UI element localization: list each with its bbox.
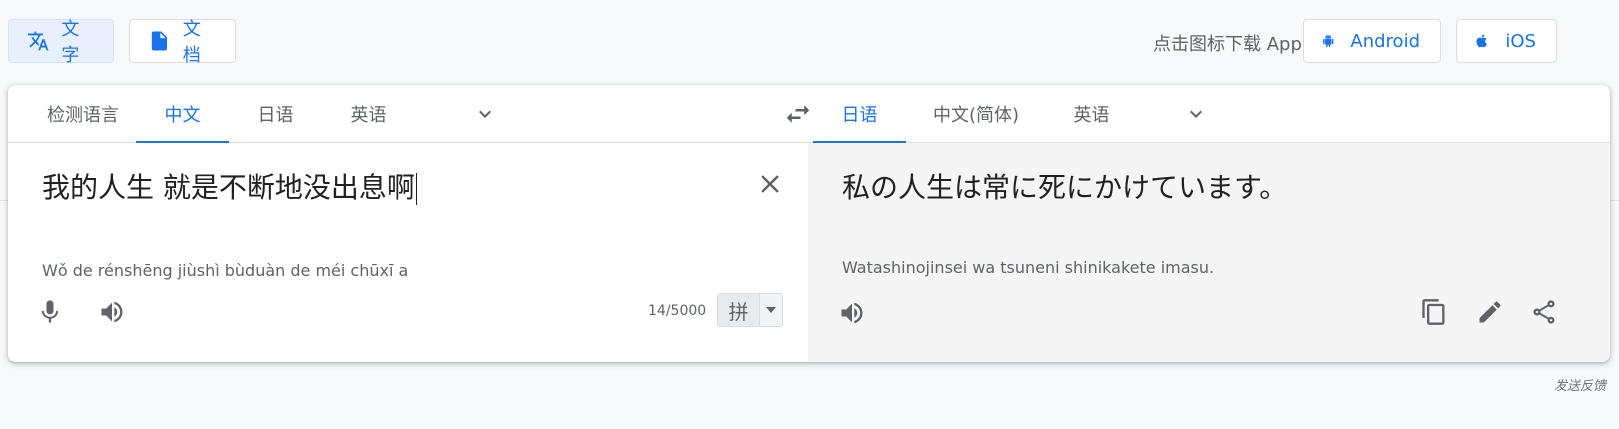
android-icon [1323,34,1334,48]
language-bar: 检测语言 中文 日语 英语 日语 中文(简体) 英语 [8,85,1610,144]
tab-label: 中文 [164,105,201,126]
swap-icon [786,105,810,123]
source-pane: 我的人生 就是不断地没出息啊 Wǒ de rénshēng jiùshì bùd… [8,143,808,362]
translated-text: 私の人生は常に死にかけています。 [842,171,1288,204]
text-mode-button[interactable]: 文字 [8,19,114,66]
tab-source-chinese[interactable]: 中文 [136,85,229,144]
tab-target-japanese[interactable]: 日语 [813,85,906,144]
tab-source-detect[interactable]: 检测语言 [27,85,139,143]
copy-translation-button[interactable] [1420,298,1450,328]
ios-app-button[interactable]: iOS [1456,19,1557,63]
app-download-text: 点击图标下载 App [1153,34,1302,55]
tab-label: 日语 [841,105,878,126]
ime-dropdown[interactable] [760,294,782,326]
character-count: 14/5000 [648,303,707,319]
text-caret [415,173,417,205]
microphone-icon [41,300,59,323]
target-listen-button[interactable] [838,299,868,329]
tab-label: 英语 [1073,105,1110,126]
clear-source-button[interactable] [755,169,785,199]
speaker-icon [101,301,123,323]
speaker-icon [841,302,863,324]
translate-icon [27,31,49,51]
swap-languages-button[interactable] [783,99,813,129]
copy-icon [1422,299,1445,325]
source-listen-button[interactable] [98,298,128,328]
close-icon [761,175,779,193]
source-text-input[interactable]: 我的人生 就是不断地没出息啊 [42,169,417,207]
pinyin-ime-key[interactable]: 拼 [718,294,760,326]
target-romanization: Watashinojinsei wa tsuneni shinikakete i… [842,258,1215,277]
source-language-dropdown[interactable] [473,102,497,126]
source-romanization: Wǒ de rénshēng jiùshì bùduàn de méi chūx… [42,261,409,280]
tab-target-chinese-simplified[interactable]: 中文(简体) [920,85,1032,143]
caret-down-icon [766,307,776,313]
tab-label: 日语 [257,105,294,126]
target-pane: 私の人生は常に死にかけています。 Watashinojinsei wa tsun… [808,143,1610,362]
apple-icon [1476,34,1487,48]
edit-translation-button[interactable] [1476,298,1506,328]
tab-label: 检测语言 [47,105,119,126]
microphone-button[interactable] [36,298,66,328]
pencil-icon [1479,301,1501,323]
tab-target-english[interactable]: 英语 [1045,85,1138,143]
document-mode-button[interactable]: 文档 [129,19,236,66]
source-text: 我的人生 就是不断地没出息啊 [42,171,415,204]
chevron-down-icon [1190,110,1202,118]
send-feedback-link[interactable]: 发送反馈 [1554,375,1606,394]
tab-source-english[interactable]: 英语 [322,85,415,143]
ios-label: iOS [1505,30,1536,52]
input-method-selector[interactable]: 拼 [717,293,783,327]
share-translation-button[interactable] [1530,298,1560,328]
android-label: Android [1350,30,1420,52]
tab-label: 英语 [350,105,387,126]
share-icon [1533,300,1555,324]
document-icon [151,31,167,51]
tab-source-japanese[interactable]: 日语 [229,85,322,143]
top-bar: 文字 文档 点击图标下载 App Android iOS [0,0,1619,80]
translator-card: 检测语言 中文 日语 英语 日语 中文(简体) 英语 我的人生 就是不断地没出息… [8,85,1610,362]
android-app-button[interactable]: Android [1303,19,1441,63]
text-mode-label: 文字 [61,19,80,66]
chevron-down-icon [479,110,491,118]
document-mode-label: 文档 [182,19,201,66]
tab-label: 中文(简体) [932,105,1020,126]
target-language-dropdown[interactable] [1184,102,1208,126]
